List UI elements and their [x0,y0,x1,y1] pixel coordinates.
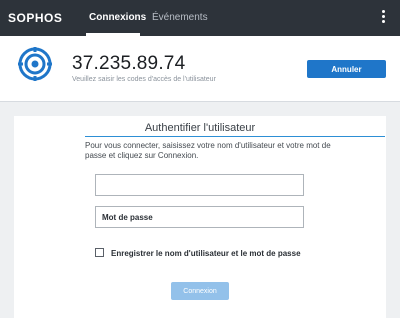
remember-credentials-label[interactable]: Enregistrer le nom d'utilisateur et le m… [111,249,301,258]
password-input[interactable] [95,206,304,228]
connect-button[interactable]: Connexion [171,282,229,300]
tab-connexions[interactable]: Connexions [89,12,146,23]
login-instructions: Pour vous connecter, saisissez votre nom… [85,141,331,160]
auth-panel: Authentifier l'utilisateur Pour vous con… [14,116,386,318]
target-host-icon [18,47,52,81]
cancel-button[interactable]: Annuler [307,60,386,78]
credentials-hint: Veuillez saisir les codes d'accès de l'u… [72,76,216,83]
top-bar: SOPHOS Connexions Événements [0,0,400,36]
username-input[interactable] [95,174,304,196]
panel-title: Authentifier l'utilisateur [144,122,256,134]
brand-logo: SOPHOS [8,11,63,25]
title-divider [85,136,385,137]
ip-address: 37.235.89.74 [72,53,186,74]
kebab-menu-icon[interactable] [379,10,387,26]
tab-evenements[interactable]: Événements [152,12,208,23]
connection-header: 37.235.89.74 Veuillez saisir les codes d… [0,36,400,102]
remember-credentials-checkbox[interactable] [95,248,104,257]
